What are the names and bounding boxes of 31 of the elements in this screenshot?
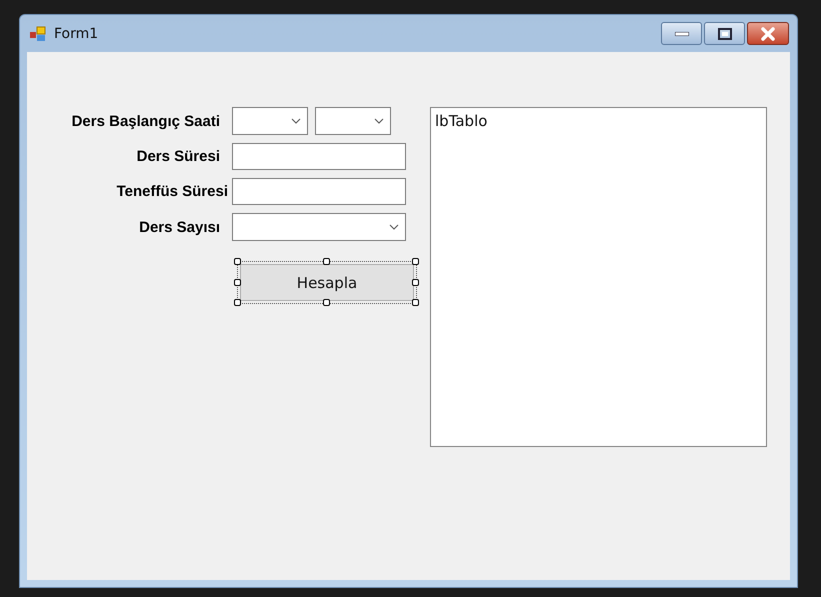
app-icon [30,26,48,42]
field-label: Ders Başlangıç Saati [70,112,221,130]
field-label: Teneffüs Süresi [116,183,229,200]
chevron-down-icon [374,118,384,124]
resize-handle[interactable] [323,258,330,265]
dropdown[interactable] [232,213,406,241]
chevron-down-icon [291,118,301,124]
field-label: Ders Süresi [136,148,221,165]
close-button[interactable] [747,22,789,45]
minimize-button[interactable] [661,22,702,45]
dropdown[interactable] [315,107,391,135]
resize-handle[interactable] [412,278,419,286]
resize-handle[interactable] [234,278,241,286]
field-label: Ders Sayısı [138,218,221,236]
input-field[interactable] [232,178,406,205]
input-field[interactable] [232,143,406,170]
window-title: Form1 [54,26,100,42]
resize-handle[interactable] [412,258,419,265]
resize-handle[interactable] [234,258,241,265]
resize-handle[interactable] [234,299,241,306]
chevron-down-icon [389,224,399,230]
list-item[interactable]: lbTablo [435,112,762,130]
maximize-button[interactable] [704,22,745,45]
list-box[interactable]: lbTablo [430,107,767,447]
dropdown[interactable] [232,107,308,135]
resize-handle[interactable] [323,299,330,306]
close-icon [760,26,776,40]
resize-handle[interactable] [412,299,419,306]
calculate-button[interactable]: Hesapla [240,264,414,301]
maximize-icon [718,28,732,40]
minimize-icon [674,32,688,36]
